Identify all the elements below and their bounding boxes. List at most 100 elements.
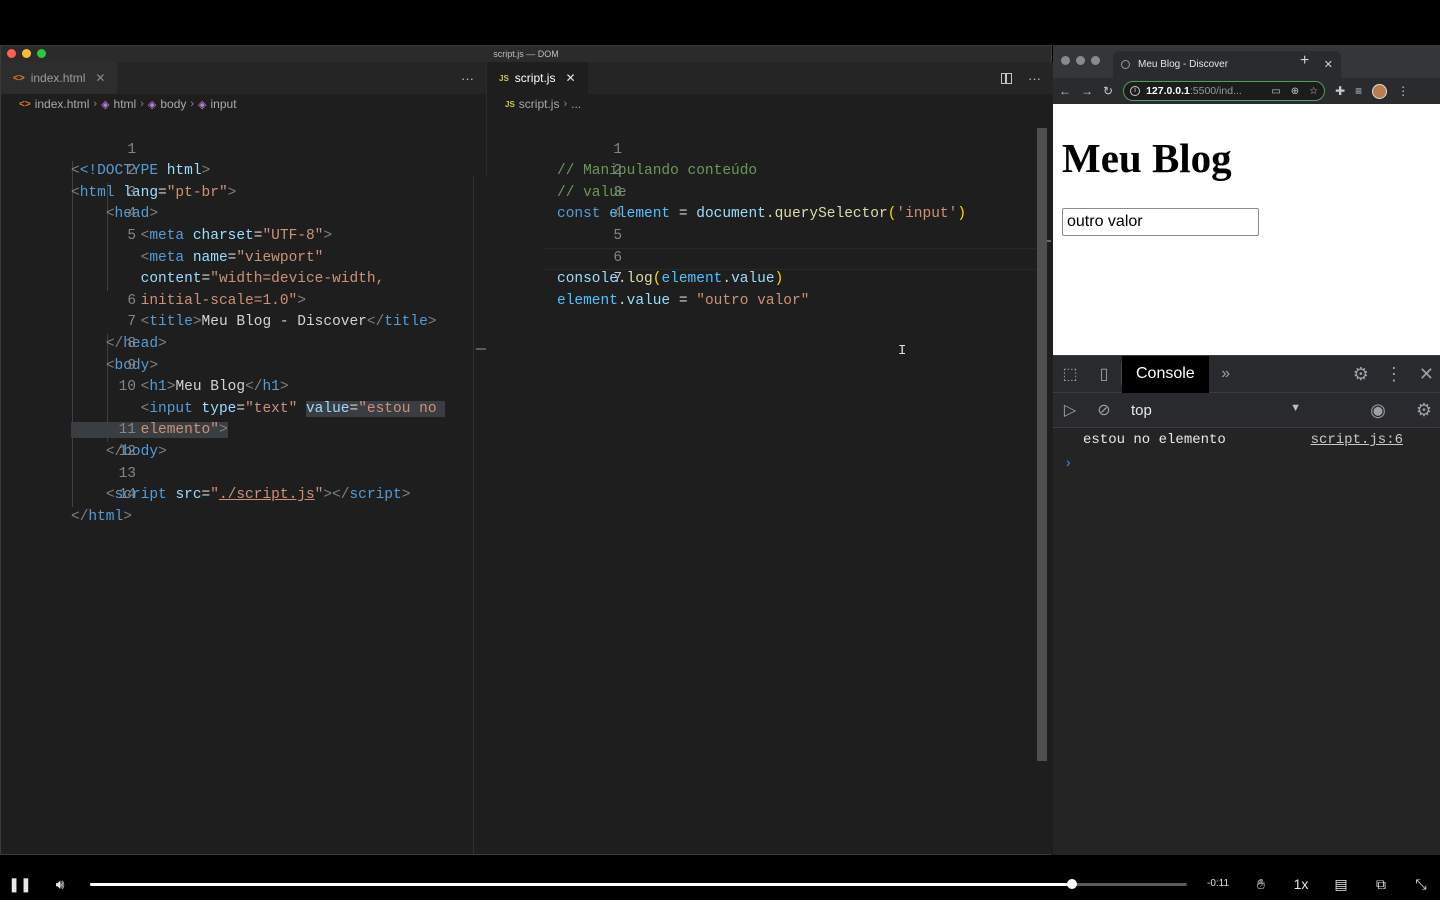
html-file-icon: <> — [19, 98, 31, 110]
editor-pane-right: JS script.js ✕ ··· JS script.js › ... 1 — [487, 62, 1053, 854]
context-selector[interactable]: top ▼ — [1131, 402, 1301, 419]
code-line: 13 <script src="./script.js"></script> — [1, 442, 486, 504]
menu-kebab-icon[interactable]: ⋮ — [1385, 364, 1403, 385]
close-tab-icon[interactable]: ✕ — [1324, 58, 1333, 71]
console-prompt[interactable]: › — [1053, 452, 1440, 476]
close-window-button[interactable] — [7, 49, 16, 58]
minimize-window-button[interactable] — [1076, 56, 1085, 65]
tab-label: index.html — [30, 71, 86, 85]
reload-icon[interactable]: ↻ — [1103, 84, 1113, 98]
volume-icon[interactable]: 🔊︎ — [48, 868, 72, 900]
vertical-scrollbar[interactable] — [473, 176, 487, 854]
url-host: 127.0.0.1 — [1146, 85, 1190, 97]
extensions-icon[interactable]: ✚ — [1335, 84, 1345, 98]
close-tab-icon[interactable]: ✕ — [95, 71, 105, 85]
settings-gear-icon[interactable]: ⚙ — [1416, 400, 1432, 421]
playback-speed-button[interactable]: 1x — [1288, 868, 1314, 900]
sidebar-toggle-icon[interactable]: ▷ — [1053, 400, 1087, 420]
forward-icon[interactable]: → — [1081, 84, 1093, 98]
editor-pane-left: <> index.html ✕ ··· <> index.html › ◈ ht… — [1, 62, 487, 854]
hand-icon[interactable]: ✋︎ — [1250, 868, 1272, 900]
zoom-icon[interactable]: ⊕ — [1291, 86, 1299, 97]
code-line: 10 <input type="text" value="estou no — [1, 356, 486, 417]
split-editor-icon[interactable] — [1001, 72, 1012, 84]
console-filter-actions: ◉ ⚙ — [1370, 393, 1432, 428]
clear-console-icon[interactable]: ⊘ — [1087, 400, 1121, 420]
eye-icon[interactable]: ◉ — [1370, 400, 1386, 421]
profile-avatar[interactable] — [1372, 83, 1388, 99]
vertical-scrollbar[interactable] — [1037, 128, 1047, 761]
tab-index-html[interactable]: <> index.html ✕ — [1, 62, 119, 94]
pause-icon[interactable]: ❚❚ — [8, 868, 32, 900]
inspect-element-icon[interactable]: ⬚ — [1053, 364, 1087, 384]
tab-script-js[interactable]: JS script.js ✕ — [487, 62, 589, 94]
console-log-source-link[interactable]: script.js:6 — [1311, 432, 1403, 448]
window-controls — [1061, 56, 1100, 65]
file-link[interactable]: ./script.js — [219, 487, 315, 503]
tab-console[interactable]: Console — [1122, 355, 1209, 393]
back-icon[interactable]: ← — [1059, 84, 1071, 98]
code-editor-html[interactable]: 1 <<!DOCTYPE html> 2 <html lang="pt-br">… — [1, 118, 486, 854]
devtools-toolbar-actions: ⚙ ⋮ ✕ — [1353, 356, 1434, 393]
close-window-button[interactable] — [1061, 56, 1070, 65]
chevron-right-icon: › — [140, 98, 144, 110]
more-actions-button[interactable]: ··· — [461, 71, 474, 86]
settings-gear-icon[interactable]: ⚙ — [1353, 364, 1369, 385]
cast-icon[interactable]: ▭ — [1271, 86, 1280, 97]
info-icon[interactable]: i — [1130, 86, 1141, 96]
video-progress-track[interactable] — [90, 879, 1187, 889]
code-line: 4 <meta charset="UTF-8"> — [1, 183, 486, 244]
code-line: 2 <html lang="pt-br"> — [71, 163, 237, 201]
tab-actions-right: ··· — [1001, 62, 1041, 94]
code-editor-js[interactable]: 1 // Manipulando conteúdo 2 // value 3 c… — [487, 118, 1053, 854]
breadcrumb-item[interactable]: index.html — [35, 97, 90, 111]
code-line: 3 const element = document.querySelector… — [557, 184, 967, 223]
breadcrumb-item[interactable]: script.js — [519, 97, 560, 111]
code-line: 1 <<!DOCTYPE html> — [71, 141, 211, 180]
more-actions-button[interactable]: ··· — [1028, 71, 1041, 86]
close-tab-icon[interactable]: ✕ — [565, 71, 575, 85]
tab-actions-left: ··· — [461, 62, 474, 94]
maximize-window-button[interactable] — [1091, 56, 1100, 65]
menu-kebab-icon[interactable]: ⋮ — [1397, 84, 1409, 98]
browser-toolbar: ← → ↻ i 127.0.0.1:5500/ind... ▭ ⊕ ☆ ✚ ≡ … — [1053, 78, 1440, 104]
editor-tabbar-left: <> index.html ✕ ··· — [1, 62, 486, 94]
element-icon: ◈ — [198, 98, 207, 111]
breadcrumb-item[interactable]: ... — [571, 97, 581, 111]
minimize-window-button[interactable] — [22, 49, 31, 58]
exit-fullscreen-icon[interactable]: ⤡ — [1410, 868, 1432, 900]
picture-in-picture-icon[interactable]: ⧉ — [1370, 868, 1392, 900]
code-line: 5 <meta name="viewport" — [1, 204, 486, 266]
editor-tabbar-right: JS script.js ✕ ··· — [487, 62, 1053, 94]
address-bar[interactable]: i 127.0.0.1:5500/ind... ▭ ⊕ ☆ — [1123, 81, 1326, 101]
breadcrumb: JS script.js › ... — [487, 94, 1053, 114]
breadcrumb-item[interactable]: input — [211, 97, 237, 111]
breadcrumb: <> index.html › ◈ html › ◈ body › ◈ inpu… — [1, 94, 486, 114]
bookmark-star-icon[interactable]: ☆ — [1309, 86, 1318, 97]
reading-list-icon[interactable]: ≡ — [1355, 84, 1362, 98]
code-line: elemento"> — [1, 377, 486, 439]
breadcrumb-item[interactable]: body — [160, 97, 186, 111]
js-file-icon: JS — [499, 73, 509, 83]
new-tab-button[interactable]: + — [1300, 52, 1309, 70]
code-line: 7 </head> — [1, 291, 486, 352]
token: value — [626, 292, 671, 309]
captions-icon[interactable]: ▤ — [1330, 868, 1352, 900]
video-progress-fill — [90, 883, 1072, 886]
device-toolbar-icon[interactable]: ▯ — [1087, 364, 1121, 384]
maximize-window-button[interactable] — [37, 49, 46, 58]
vscode-window: script.js — DOM <> index.html ✕ ··· <> i… — [0, 45, 1053, 855]
console-filter-bar: ▷ ⊘ top ▼ ◉ ⚙ — [1053, 393, 1440, 428]
video-progress-knob[interactable] — [1066, 879, 1077, 889]
page-text-input[interactable] — [1062, 208, 1259, 236]
html-file-icon: <> — [13, 72, 25, 84]
close-devtools-icon[interactable]: ✕ — [1419, 364, 1434, 385]
window-title: script.js — DOM — [493, 49, 559, 59]
window-controls — [7, 49, 46, 58]
token: "outro valor" — [696, 292, 810, 309]
breadcrumb-item[interactable]: html — [114, 97, 137, 111]
browser-tabbar: Meu Blog - Discover ✕ + — [1053, 45, 1440, 78]
token: html — [88, 508, 124, 525]
code-line: 11 </body> — [1, 399, 486, 460]
more-tabs-icon[interactable]: » — [1209, 365, 1243, 383]
